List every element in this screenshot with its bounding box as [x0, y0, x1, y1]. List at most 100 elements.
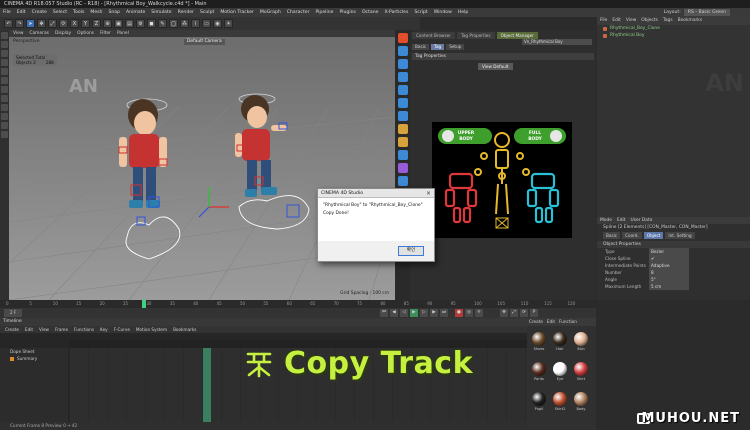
tab-object[interactable]: Object — [643, 232, 664, 239]
material-swatch[interactable] — [532, 392, 546, 406]
material-swatch[interactable] — [532, 332, 546, 346]
record-icon[interactable]: ● — [455, 309, 463, 317]
menu-item[interactable]: Plugins — [339, 8, 355, 17]
visual-selector-panel[interactable]: UPPER BODY FULL BODY — [432, 122, 572, 238]
render-view-icon[interactable]: ▣ — [114, 19, 123, 28]
object-row[interactable]: Rhythmical_Boy_Clone — [597, 25, 750, 32]
rotate-icon[interactable]: ⟳ — [59, 19, 68, 28]
joint-icon[interactable] — [398, 46, 408, 56]
attribute-value[interactable]: 5 cm — [649, 283, 689, 290]
menu-item[interactable]: Motion Tracker — [220, 8, 254, 17]
menu-item[interactable]: Edit — [17, 8, 26, 17]
menu-item[interactable]: Octane — [362, 8, 379, 17]
skin-icon[interactable] — [398, 85, 408, 95]
menu-item[interactable]: X-Particles — [384, 8, 408, 17]
center-skeleton[interactable] — [474, 132, 530, 215]
menu-item[interactable]: Snap — [108, 8, 120, 17]
attribute-menu-item[interactable]: User Data — [630, 217, 652, 224]
menu-item[interactable]: Script — [414, 8, 427, 17]
cube-icon[interactable]: ◼ — [147, 19, 156, 28]
timeline-menu-item[interactable]: F-Curve — [114, 326, 130, 333]
menu-item[interactable]: Window — [434, 8, 452, 17]
object-manager-menu-item[interactable]: Bookmarks — [678, 17, 703, 25]
object-manager-menu-item[interactable]: Objects — [641, 17, 658, 25]
material-menu-item[interactable]: Edit — [547, 318, 555, 326]
tab-tag-properties[interactable]: Tag Properties — [456, 32, 495, 39]
timeline-playhead[interactable] — [203, 348, 211, 422]
snap-icon[interactable] — [1, 113, 8, 120]
position-key-icon[interactable]: ✥ — [500, 309, 508, 317]
texture-mode-icon[interactable] — [1, 50, 8, 57]
left-skeleton[interactable] — [444, 172, 478, 224]
model-mode-icon[interactable] — [1, 41, 8, 48]
object-name[interactable]: Rhythmical Boy — [610, 32, 644, 39]
constraint-icon[interactable] — [398, 124, 408, 134]
viewport-menu-item[interactable]: Options — [77, 30, 94, 37]
cluster-icon[interactable] — [398, 111, 408, 121]
timeline-menu-item[interactable]: Edit — [25, 326, 33, 333]
menu-item[interactable]: Render — [178, 8, 194, 17]
material-swatch[interactable] — [553, 392, 567, 406]
attribute-value[interactable]: Bezier — [649, 248, 689, 255]
material-menu-item[interactable]: Create — [529, 318, 543, 326]
coord-system-icon[interactable]: ⊕ — [103, 19, 112, 28]
menu-item[interactable]: Pipeline — [315, 8, 333, 17]
attribute-row[interactable]: Angle 5° — [597, 276, 750, 283]
attribute-row[interactable]: Maximum Length 5 cm — [597, 283, 750, 290]
dope-sheet-label[interactable]: Dope Sheet — [0, 348, 68, 355]
undo-icon[interactable]: ↶ — [4, 19, 13, 28]
mirror-icon[interactable] — [398, 137, 408, 147]
material-swatch[interactable] — [553, 332, 567, 346]
scale-icon[interactable]: ⤢ — [48, 19, 57, 28]
menu-item[interactable]: MoGraph — [260, 8, 281, 17]
current-frame-field[interactable]: 2 F — [4, 309, 22, 317]
tab-coord[interactable]: Coord. — [622, 232, 642, 239]
pose-morph-icon[interactable] — [398, 98, 408, 108]
viewport-menu-item[interactable]: Display — [55, 30, 71, 37]
timeline-menu-item[interactable]: Key — [100, 326, 108, 333]
material-swatch[interactable] — [532, 362, 546, 376]
tab-int-setting[interactable]: Int. Setting — [665, 232, 695, 239]
material-menu-item[interactable]: Function — [559, 318, 577, 326]
tab-object-manager[interactable]: Object Manager — [496, 32, 538, 39]
menu-item[interactable]: Simulate — [151, 8, 171, 17]
timeline-menu-item[interactable]: Motion System — [136, 326, 167, 333]
attribute-row[interactable]: Type Bezier — [597, 248, 750, 255]
camera-icon[interactable]: ◉ — [213, 19, 222, 28]
attribute-value[interactable]: ✔ — [649, 255, 689, 262]
timeline-menu-item[interactable]: Functions — [74, 326, 94, 333]
workplane-icon[interactable] — [1, 59, 8, 66]
attribute-value[interactable]: Adaptive — [649, 262, 689, 269]
viewport-menu-item[interactable]: Filter — [100, 30, 111, 37]
menu-item[interactable]: Select — [53, 8, 67, 17]
layout-selector[interactable]: Layout: RS - Basic Green — [664, 9, 730, 16]
object-name[interactable]: Rhythmical_Boy_Clone — [610, 25, 660, 32]
time-ruler[interactable]: 0 5 10 15 20 25 30 35 40 45 50 55 60 65 70 75 80 85 90 95 10… — [0, 300, 596, 308]
move-icon[interactable]: ✥ — [37, 19, 46, 28]
timeline-menu-item[interactable]: Frame — [55, 326, 68, 333]
camera-label[interactable]: Default Camera — [184, 39, 225, 45]
polygons-mode-icon[interactable] — [1, 86, 8, 93]
edges-mode-icon[interactable] — [1, 77, 8, 84]
view-default-button[interactable]: View Default — [478, 63, 513, 70]
tab-content-browser[interactable]: Content Browser — [412, 32, 455, 39]
solo-icon[interactable] — [1, 131, 8, 138]
menu-item[interactable]: File — [3, 8, 11, 17]
attribute-value[interactable]: 8 — [649, 269, 689, 276]
ok-button[interactable]: 확인 — [398, 246, 424, 256]
scale-key-icon[interactable]: ⤢ — [510, 309, 518, 317]
goto-start-icon[interactable]: ⏮ — [380, 309, 388, 317]
floor-icon[interactable]: ▭ — [202, 19, 211, 28]
object-manager-menu-item[interactable]: Edit — [612, 17, 621, 25]
render-settings-icon[interactable]: ⚙ — [136, 19, 145, 28]
deformer-icon[interactable]: ⌇ — [191, 19, 200, 28]
make-editable-icon[interactable] — [1, 32, 8, 39]
attribute-menu-item[interactable]: Mode — [600, 217, 612, 224]
menu-item[interactable]: Sculpt — [200, 8, 214, 17]
tweak-icon[interactable] — [1, 104, 8, 111]
subtab-setup[interactable]: Setup — [446, 44, 465, 50]
attribute-menu-item[interactable]: Edit — [617, 217, 626, 224]
redo-icon[interactable]: ↷ — [15, 19, 24, 28]
spline-pen-icon[interactable]: ✎ — [158, 19, 167, 28]
attribute-row[interactable]: Close Spline ✔ — [597, 255, 750, 262]
